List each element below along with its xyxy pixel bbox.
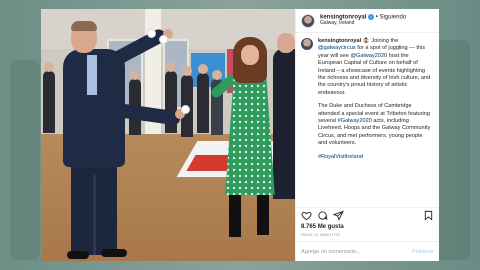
caption-row: kensingtonroyal 🤹 Joining the @galwaycir… — [301, 38, 433, 161]
background-blur-right — [436, 40, 470, 260]
juggling-ball — [147, 29, 156, 38]
likes-label: Me gusta — [317, 224, 344, 230]
photo-woman-face — [241, 45, 259, 65]
caption-text: kensingtonroyal 🤹 Joining the @galwaycir… — [318, 38, 433, 161]
likes-number: 8.765 — [301, 224, 317, 230]
heart-icon[interactable] — [301, 210, 312, 221]
photo-man-hair — [71, 21, 97, 31]
photo-bystander — [197, 64, 209, 133]
photo-man-shirt — [87, 55, 97, 95]
hashtag-link[interactable]: #Galway2020 — [338, 118, 372, 124]
caption-text-part: 🤹 Joining the — [361, 38, 399, 44]
post-header: kensingtonroyal ✓ • Siguiendo Galway, Ir… — [296, 9, 439, 33]
mention-link[interactable]: @Galway2020 — [350, 53, 387, 59]
juggling-ball — [159, 35, 168, 44]
juggling-ball — [181, 105, 190, 114]
comment-icon[interactable] — [317, 210, 328, 221]
likes-count[interactable]: 8.765 Me gusta — [296, 223, 439, 231]
post-sidebar: kensingtonroyal ✓ • Siguiendo Galway, Ir… — [295, 9, 439, 261]
caption-text-part: host the European Capital of Culture on … — [318, 52, 431, 96]
following-button[interactable]: Siguiendo — [379, 15, 406, 21]
background-blur-left — [10, 60, 40, 260]
instagram-post-modal: kensingtonroyal ✓ • Siguiendo Galway, Ir… — [41, 9, 439, 261]
post-header-text: kensingtonroyal ✓ • Siguiendo Galway, Ir… — [320, 14, 406, 26]
comment-input[interactable] — [301, 248, 412, 255]
post-location[interactable]: Galway, Ireland — [320, 21, 406, 27]
photo-man-shoe — [101, 249, 127, 257]
hashtag-link[interactable]: #RoyalVisitIreland — [318, 154, 363, 160]
photo-man-background — [273, 49, 295, 199]
bookmark-icon[interactable] — [423, 210, 434, 221]
avatar[interactable] — [301, 13, 315, 28]
photo-woman-boot — [229, 195, 241, 237]
header-separator: • — [375, 15, 378, 22]
share-icon[interactable] — [333, 210, 344, 221]
publish-button[interactable]: Publicar — [412, 249, 434, 255]
post-photo[interactable] — [41, 9, 295, 261]
caption-area: kensingtonroyal 🤹 Joining the @galwaycir… — [296, 33, 439, 207]
photo-bystander — [43, 62, 55, 133]
photo-woman-boot — [257, 195, 269, 235]
photo-man-shoe — [67, 251, 89, 259]
comment-box: Publicar — [296, 241, 439, 261]
photo-man-leg-gap — [93, 175, 96, 255]
verified-badge-icon: ✓ — [368, 14, 375, 21]
caption-avatar[interactable] — [301, 38, 313, 50]
action-bar — [296, 207, 439, 223]
post-timestamp: HACE 21 MINUTOS — [301, 232, 341, 237]
photo-man-background-head — [277, 33, 295, 53]
mention-link[interactable]: @galwaycircus — [318, 45, 356, 51]
caption-username[interactable]: kensingtonroyal — [318, 38, 361, 44]
